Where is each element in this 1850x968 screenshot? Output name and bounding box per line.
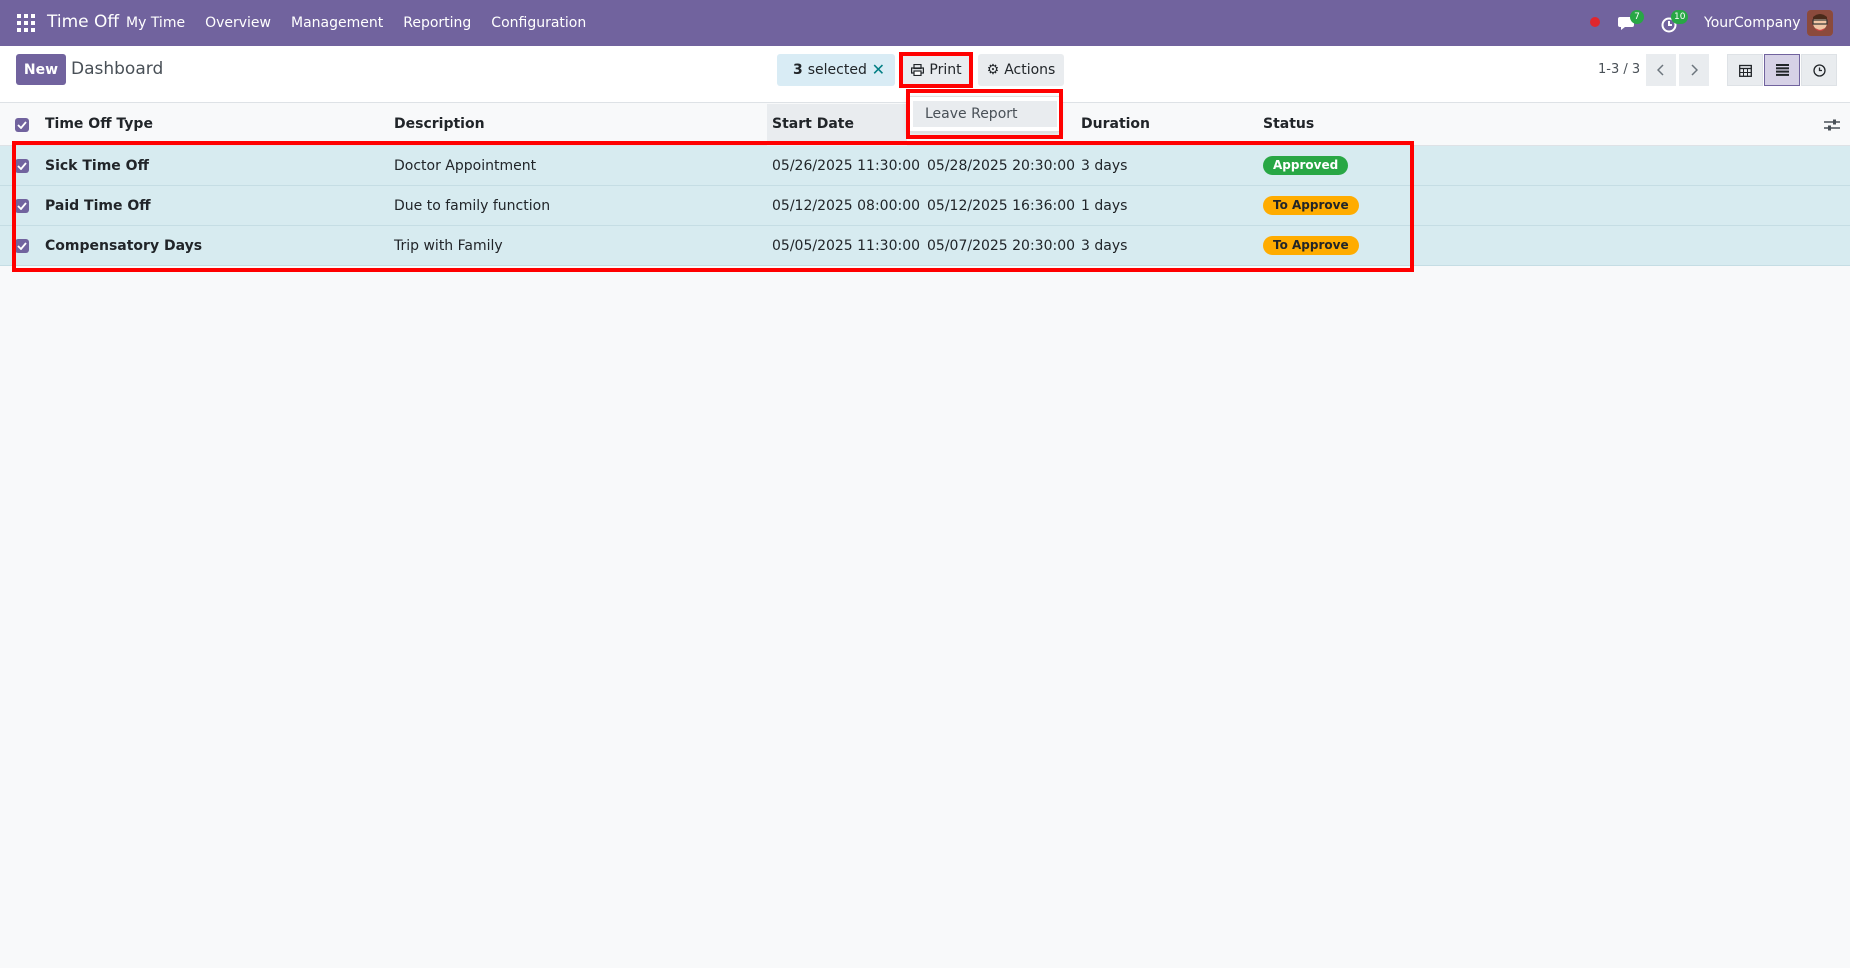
column-header-start-date[interactable]: Start Date	[772, 116, 854, 132]
cell-description: Doctor Appointment	[394, 158, 537, 174]
cell-start-date: 05/12/2025 08:00:00	[772, 198, 921, 214]
chevron-left-icon	[1657, 64, 1664, 76]
selected-count: 3	[793, 62, 803, 78]
recording-dot-icon[interactable]	[1590, 17, 1600, 27]
main-menu: My Time Overview Management Reporting Co…	[126, 0, 606, 46]
list-view-button[interactable]	[1764, 54, 1800, 86]
top-navbar: Time Off My Time Overview Management Rep…	[0, 0, 1850, 46]
cell-start-date: 05/05/2025 11:30:00	[772, 238, 921, 254]
selected-label: selected	[807, 62, 867, 78]
cell-duration: 1 days	[1081, 198, 1128, 214]
print-label: Print	[929, 62, 962, 78]
cell-end-date: 05/07/2025 20:30:00	[927, 238, 1076, 254]
check-icon	[17, 162, 27, 170]
cell-description: Trip with Family	[394, 238, 503, 254]
check-icon	[17, 242, 27, 250]
column-header-time-off-type[interactable]: Time Off Type	[45, 116, 153, 132]
row-checkbox[interactable]	[15, 239, 29, 253]
new-button[interactable]: New	[16, 54, 66, 85]
menu-item-configuration[interactable]: Configuration	[491, 15, 586, 31]
print-dropdown-menu: Leave Report	[908, 96, 1060, 132]
actions-button[interactable]: ⚙ Actions	[978, 54, 1064, 86]
print-button[interactable]: Print	[902, 54, 971, 86]
column-header-duration[interactable]: Duration	[1081, 116, 1150, 132]
menu-item-my-time[interactable]: My Time	[126, 15, 185, 31]
chat-count-badge: 7	[1630, 10, 1644, 24]
cell-duration: 3 days	[1081, 158, 1128, 174]
cell-description: Due to family function	[394, 198, 551, 214]
check-icon	[17, 121, 27, 129]
row-checkbox[interactable]	[15, 159, 29, 173]
cell-time-off-type: Sick Time Off	[45, 158, 149, 174]
app-brand[interactable]: Time Off	[47, 12, 119, 32]
cell-end-date: 05/28/2025 20:30:00	[927, 158, 1076, 174]
status-badge: To Approve	[1263, 236, 1359, 255]
row-checkbox[interactable]	[15, 199, 29, 213]
column-header-status[interactable]: Status	[1263, 116, 1314, 132]
check-icon	[17, 202, 27, 210]
cell-duration: 3 days	[1081, 238, 1128, 254]
printer-icon	[911, 64, 925, 76]
cell-end-date: 05/12/2025 16:36:00	[927, 198, 1076, 214]
table-row[interactable]: Paid Time Off Due to family function 05/…	[0, 186, 1850, 226]
calendar-icon	[1738, 64, 1752, 77]
cell-start-date: 05/26/2025 11:30:00	[772, 158, 921, 174]
leave-report-menu-item[interactable]: Leave Report	[913, 101, 1057, 127]
page-title: Dashboard	[71, 59, 164, 79]
pager-previous-button[interactable]	[1646, 54, 1676, 86]
cell-time-off-type: Paid Time Off	[45, 198, 151, 214]
menu-item-management[interactable]: Management	[291, 15, 383, 31]
cell-time-off-type: Compensatory Days	[45, 238, 203, 254]
activity-count-badge: 10	[1671, 10, 1689, 24]
table-row[interactable]: Sick Time Off Doctor Appointment 05/26/2…	[0, 146, 1850, 186]
status-badge: To Approve	[1263, 196, 1359, 215]
chevron-right-icon	[1691, 64, 1698, 76]
list-icon	[1775, 64, 1789, 76]
clear-selection-icon[interactable]: ✕	[872, 60, 885, 79]
status-badge: Approved	[1263, 156, 1349, 175]
apps-menu-icon[interactable]	[17, 14, 35, 32]
user-avatar[interactable]	[1807, 10, 1833, 36]
activity-view-button[interactable]	[1801, 54, 1837, 86]
selection-indicator: 3 selected ✕	[777, 54, 895, 86]
actions-label: Actions	[1004, 62, 1056, 78]
menu-item-overview[interactable]: Overview	[205, 15, 271, 31]
clock-icon	[1812, 63, 1826, 77]
select-all-checkbox[interactable]	[15, 118, 29, 132]
calendar-view-button[interactable]	[1727, 54, 1763, 86]
column-header-description[interactable]: Description	[394, 116, 485, 132]
optional-columns-sliders-icon[interactable]	[1824, 118, 1840, 132]
control-panel: New Dashboard 3 selected ✕ Print ⚙ Actio…	[0, 46, 1850, 103]
pager-next-button[interactable]	[1679, 54, 1709, 86]
gear-icon: ⚙	[986, 62, 1000, 78]
company-switcher[interactable]: YourCompany	[1704, 15, 1801, 31]
menu-item-reporting[interactable]: Reporting	[403, 15, 471, 31]
pager-value[interactable]: 1-3 / 3	[1598, 62, 1640, 77]
table-row[interactable]: Compensatory Days Trip with Family 05/05…	[0, 226, 1850, 266]
